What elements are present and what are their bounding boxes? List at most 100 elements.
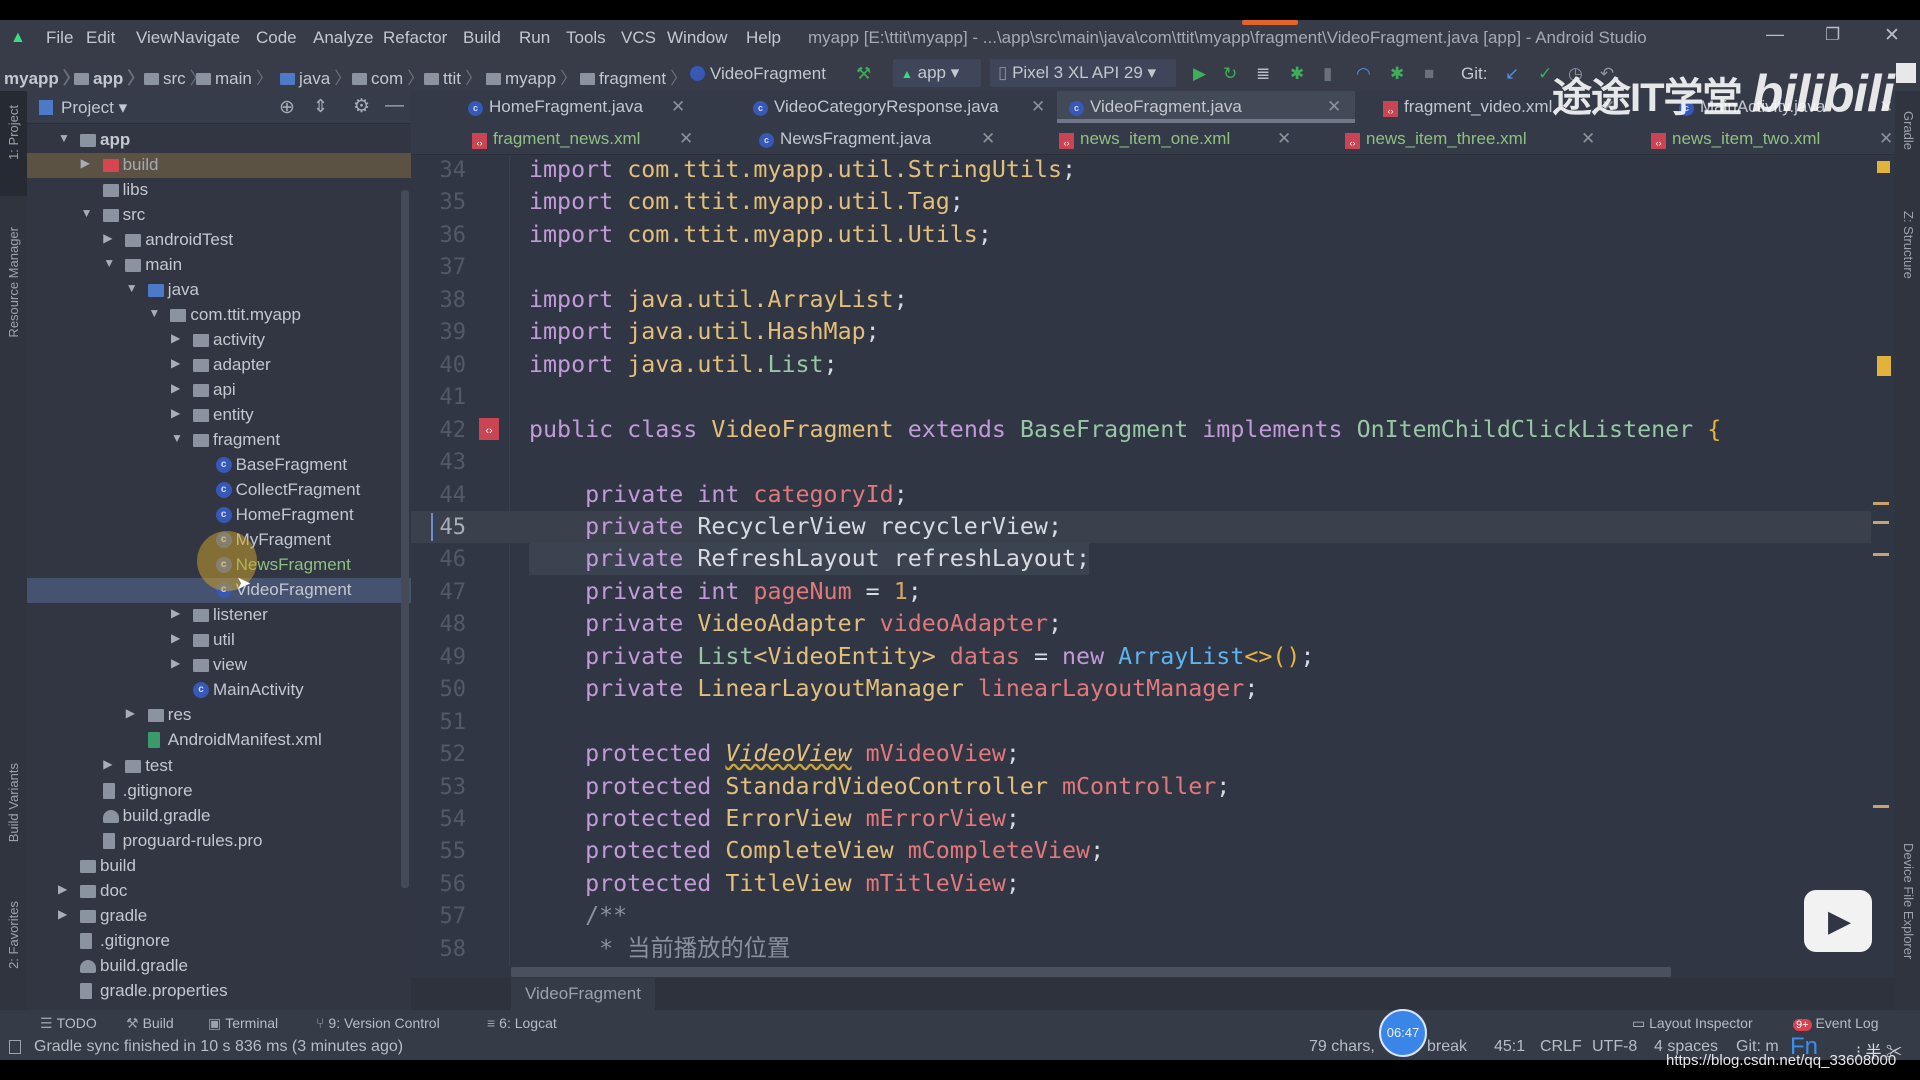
breadcrumb-java[interactable]: java 〉 xyxy=(280,64,351,89)
favorites-tool-tab[interactable]: 2: Favorites xyxy=(6,901,21,969)
tree-item-gradle[interactable]: ▶ gradle xyxy=(27,904,411,929)
apply-changes-icon[interactable]: ↻ xyxy=(1223,64,1237,84)
breadcrumb-videofragment[interactable]: VideoFragment xyxy=(690,64,826,84)
tree-item-build[interactable]: ▶ build xyxy=(27,153,411,179)
expand-arrow-down-icon[interactable]: ▼ xyxy=(58,131,70,145)
tree-item-activity[interactable]: ▶ activity xyxy=(27,328,411,353)
tree-item-entity[interactable]: ▶ entity xyxy=(27,403,411,428)
device-dropdown[interactable]: ▯ Pixel 3 XL API 29 ▾ xyxy=(990,59,1176,87)
account-avatar[interactable] xyxy=(1896,63,1916,83)
tab-news-item-three-xml[interactable]: ‹› news_item_three.xml ✕ xyxy=(1333,123,1609,155)
tab-videofragment-java[interactable]: c VideoFragment.java ✕ xyxy=(1057,91,1355,123)
tree-item-build-gradle[interactable]: build.gradle xyxy=(27,804,411,829)
stop-icon[interactable]: ■ xyxy=(1424,64,1434,84)
expand-arrow-right-icon[interactable]: ▶ xyxy=(81,156,90,170)
status-toggle-icon[interactable] xyxy=(9,1040,21,1054)
tab-homefragment-java[interactable]: c HomeFragment.java ✕ xyxy=(456,91,699,123)
error-stripe-marker[interactable] xyxy=(1873,553,1889,556)
selection-info[interactable]: 79 chars, xyxy=(1309,1038,1375,1056)
video-play-overlay-icon[interactable]: ▶ xyxy=(1804,890,1872,952)
error-stripe-marker[interactable] xyxy=(1873,502,1889,505)
tab-close-icon[interactable]: ✕ xyxy=(671,97,685,117)
tree-item-res[interactable]: ▶ res xyxy=(27,703,411,728)
expand-arrow-down-icon[interactable]: ▼ xyxy=(171,431,183,445)
file-encoding[interactable]: UTF-8 xyxy=(1592,1038,1637,1056)
tree-item-proguard-rules-pro[interactable]: proguard-rules.pro xyxy=(27,829,411,854)
breadcrumb-ttit[interactable]: ttit 〉 xyxy=(424,64,482,89)
tree-item-fragment[interactable]: ▼ fragment xyxy=(27,428,411,453)
tree-item-java[interactable]: ▼ java xyxy=(27,278,411,303)
event-log-tool[interactable]: 9+ Event Log xyxy=(1793,1015,1879,1031)
inspection-status-icon[interactable] xyxy=(1877,161,1890,173)
project-scrollbar[interactable] xyxy=(401,190,409,888)
locate-file-icon[interactable]: ⊕ xyxy=(279,96,295,119)
tab-close-icon[interactable]: ✕ xyxy=(1581,129,1595,149)
expand-arrow-right-icon[interactable]: ▶ xyxy=(103,231,112,245)
editor-horizontal-scrollbar[interactable] xyxy=(511,967,1671,977)
tab-close-icon[interactable]: ✕ xyxy=(1327,97,1341,117)
expand-arrow-right-icon[interactable]: ▶ xyxy=(171,356,180,370)
code-editor[interactable]: 34 import com.ttit.myapp.util.StringUtils… xyxy=(411,156,1895,966)
build-variants-tool-tab[interactable]: Build Variants xyxy=(6,763,21,842)
tab-close-icon[interactable]: ✕ xyxy=(981,129,995,149)
collapse-all-icon[interactable]: ⇕ xyxy=(313,96,328,117)
tab-close-icon[interactable]: ✕ xyxy=(679,129,693,149)
tab-news-item-one-xml[interactable]: ‹› news_item_one.xml ✕ xyxy=(1047,123,1305,155)
selection-info-tail[interactable]: break xyxy=(1427,1038,1467,1056)
xml-layout-gutter-icon[interactable]: ‹› xyxy=(479,417,499,440)
tree-item-api[interactable]: ▶ api xyxy=(27,378,411,403)
tree-item-test[interactable]: ▶ test xyxy=(27,754,411,779)
breadcrumb-app[interactable]: app 〉 xyxy=(74,64,144,89)
tree-item-androidtest[interactable]: ▶ androidTest xyxy=(27,228,411,253)
menu-vcs[interactable]: VCS xyxy=(621,28,656,48)
layout-inspector-tool[interactable]: ▭ Layout Inspector xyxy=(1632,1015,1753,1032)
tree-item-androidmanifest-xml[interactable]: AndroidManifest.xml xyxy=(27,728,411,753)
tab-close-icon[interactable]: ✕ xyxy=(1031,97,1045,117)
breadcrumb-myapp[interactable]: myapp 〉 xyxy=(486,64,577,89)
tree-item-src[interactable]: ▼ src xyxy=(27,203,411,228)
profile-icon[interactable]: ◠ xyxy=(1356,64,1371,84)
error-stripe-marker[interactable] xyxy=(1873,805,1889,808)
tree-item-homefragment[interactable]: c HomeFragment xyxy=(27,503,411,528)
warning-marker[interactable] xyxy=(1877,356,1891,376)
tree-item-listener[interactable]: ▶ listener xyxy=(27,603,411,628)
tool-build[interactable]: ⚒ Build xyxy=(126,1015,174,1032)
tree-item--gitignore[interactable]: .gitignore xyxy=(27,929,411,954)
tree-item-mainactivity[interactable]: c MainActivity xyxy=(27,678,411,703)
breadcrumb-fragment[interactable]: fragment 〉 xyxy=(580,64,687,89)
device-file-explorer-tool-tab[interactable]: Device File Explorer xyxy=(1901,843,1916,959)
menu-file[interactable]: File xyxy=(46,28,73,48)
menu-build[interactable]: Build xyxy=(463,28,501,48)
tool-9-version-control[interactable]: ⑂ 9: Version Control xyxy=(316,1015,440,1031)
expand-arrow-right-icon[interactable]: ▶ xyxy=(171,606,180,620)
tree-item-build-gradle[interactable]: build.gradle xyxy=(27,954,411,979)
tool-todo[interactable]: ☰ TODO xyxy=(40,1015,97,1032)
tree-item-libs[interactable]: libs xyxy=(27,178,411,203)
caret-position[interactable]: 45:1 xyxy=(1494,1038,1525,1056)
debug-icon[interactable]: ✱ xyxy=(1290,64,1304,84)
tab-news-item-two-xml[interactable]: ‹› news_item_two.xml ✕ xyxy=(1639,123,1907,155)
menu-view[interactable]: View xyxy=(136,28,173,48)
project-view-selector[interactable]: Project ▾ xyxy=(61,98,127,118)
tree-item--gitignore[interactable]: .gitignore xyxy=(27,779,411,804)
expand-arrow-right-icon[interactable]: ▶ xyxy=(171,656,180,670)
expand-arrow-down-icon[interactable]: ▼ xyxy=(148,306,160,320)
tree-item-util[interactable]: ▶ util xyxy=(27,628,411,653)
tool-terminal[interactable]: ▣ Terminal xyxy=(208,1015,278,1032)
expand-arrow-right-icon[interactable]: ▶ xyxy=(126,706,135,720)
apply-code-changes-icon[interactable]: ≣ xyxy=(1256,64,1270,84)
expand-arrow-right-icon[interactable]: ▶ xyxy=(103,757,112,771)
line-separator[interactable]: CRLF xyxy=(1540,1038,1582,1056)
status-message[interactable]: Gradle sync finished in 10 s 836 ms (3 m… xyxy=(34,1038,403,1056)
minimize-button[interactable]: — xyxy=(1766,24,1784,45)
tree-item-main[interactable]: ▼ main xyxy=(27,253,411,278)
tab-videocategoryresponse-java[interactable]: c VideoCategoryResponse.java ✕ xyxy=(741,91,1059,123)
menu-analyze[interactable]: Analyze xyxy=(313,28,373,48)
tree-item-gradle-properties[interactable]: gradle.properties xyxy=(27,979,411,1004)
tree-item-com-ttit-myapp[interactable]: ▼ com.ttit.myapp xyxy=(27,303,411,328)
expand-arrow-right-icon[interactable]: ▶ xyxy=(58,882,67,896)
error-stripe-marker[interactable] xyxy=(1873,521,1889,524)
expand-arrow-right-icon[interactable]: ▶ xyxy=(171,331,180,345)
restore-button[interactable]: ❐ xyxy=(1825,25,1840,45)
git-update-icon[interactable]: ↙ xyxy=(1505,64,1519,84)
